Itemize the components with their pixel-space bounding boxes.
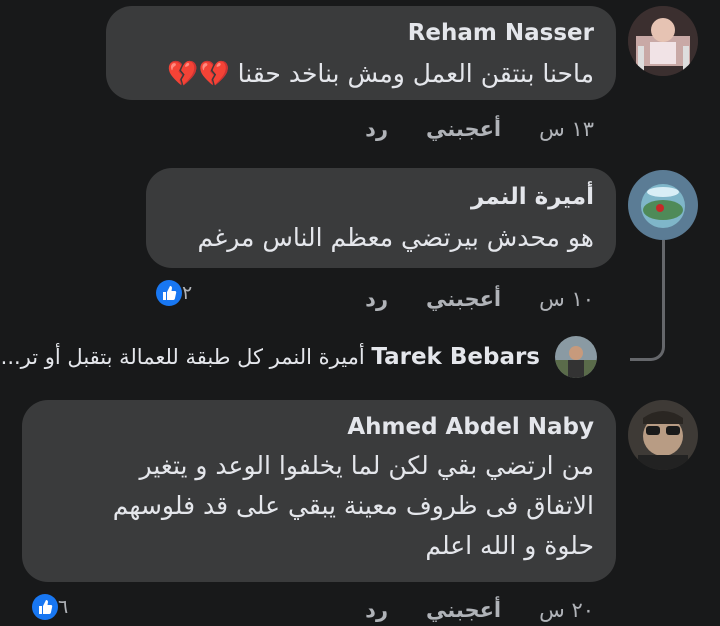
- reaction-summary-2[interactable]: ٢: [146, 280, 192, 306]
- avatar-reham[interactable]: [628, 6, 698, 76]
- reaction-count: ٦: [58, 596, 69, 618]
- reply-link[interactable]: رد: [365, 598, 388, 622]
- avatar-amira[interactable]: [628, 170, 698, 240]
- reply-preview[interactable]: Tarek Bebars أميرة النمر كل طبقة للعمالة…: [1, 340, 540, 374]
- thumbs-up-icon: [156, 280, 182, 306]
- avatar-photo: [555, 336, 597, 378]
- reply-author[interactable]: Tarek Bebars: [371, 344, 540, 370]
- comment-actions-1: ١٣ س أعجبني رد: [327, 117, 594, 141]
- comment-author[interactable]: أميرة النمر: [168, 182, 594, 212]
- comment-text-line: الاتفاق فى ظروف معينة يبقي على قد فلوسهم: [112, 491, 594, 520]
- comment-text: هو محدش بيرتضي معظم الناس مرغم: [197, 223, 594, 252]
- reply-text: أميرة النمر كل طبقة للعمالة بتقبل أو تر.…: [0, 345, 365, 369]
- comment-actions-3: ٢٠ س أعجبني رد: [327, 598, 594, 622]
- comment-text: من ارتضي بقي لكن لما يخلفوا الوعد و يتغي…: [44, 446, 594, 566]
- comment-actions-2: ١٠ س أعجبني رد: [327, 287, 594, 311]
- like-link[interactable]: أعجبني: [426, 598, 501, 622]
- reply-link[interactable]: رد: [365, 117, 388, 141]
- avatar-photo: [628, 170, 698, 240]
- comment-time[interactable]: ١٣ س: [539, 117, 594, 141]
- like-link[interactable]: أعجبني: [426, 117, 501, 141]
- comment-author[interactable]: Ahmed Abdel Naby: [44, 412, 594, 442]
- thumbs-up-icon: [32, 594, 58, 620]
- avatar-tarek[interactable]: [555, 336, 597, 378]
- comment-bubble-1[interactable]: Reham Nasser ماحنا بنتقن العمل ومش بناخد…: [106, 6, 616, 100]
- like-link[interactable]: أعجبني: [426, 287, 501, 311]
- reply-link[interactable]: رد: [365, 287, 388, 311]
- comment-text-line: من ارتضي بقي لكن لما يخلفوا الوعد و يتغي…: [139, 451, 594, 480]
- avatar-photo: [628, 6, 698, 76]
- comment-bubble-2[interactable]: أميرة النمر هو محدش بيرتضي معظم الناس مر…: [146, 168, 616, 268]
- avatar-ahmed[interactable]: [628, 400, 698, 470]
- comment-text-line: حلوة و الله اعلم: [425, 531, 594, 560]
- comment-author[interactable]: Reham Nasser: [128, 18, 594, 48]
- reaction-summary-3[interactable]: ٦: [22, 594, 68, 620]
- comment-text: ماحنا بنتقن العمل ومش بناخد حقنا 💔💔: [128, 54, 594, 94]
- comment-bubble-3[interactable]: Ahmed Abdel Naby من ارتضي بقي لكن لما يخ…: [22, 400, 616, 582]
- comment-time[interactable]: ١٠ س: [539, 287, 594, 311]
- comment-text-line: ماحنا بنتقن العمل ومش بناخد حقنا: [237, 59, 594, 88]
- avatar-photo: [628, 400, 698, 470]
- broken-heart-emoji: 💔💔: [167, 59, 230, 88]
- reply-thread-line: [630, 240, 665, 361]
- reaction-count: ٢: [182, 282, 193, 304]
- comment-time[interactable]: ٢٠ س: [539, 598, 594, 622]
